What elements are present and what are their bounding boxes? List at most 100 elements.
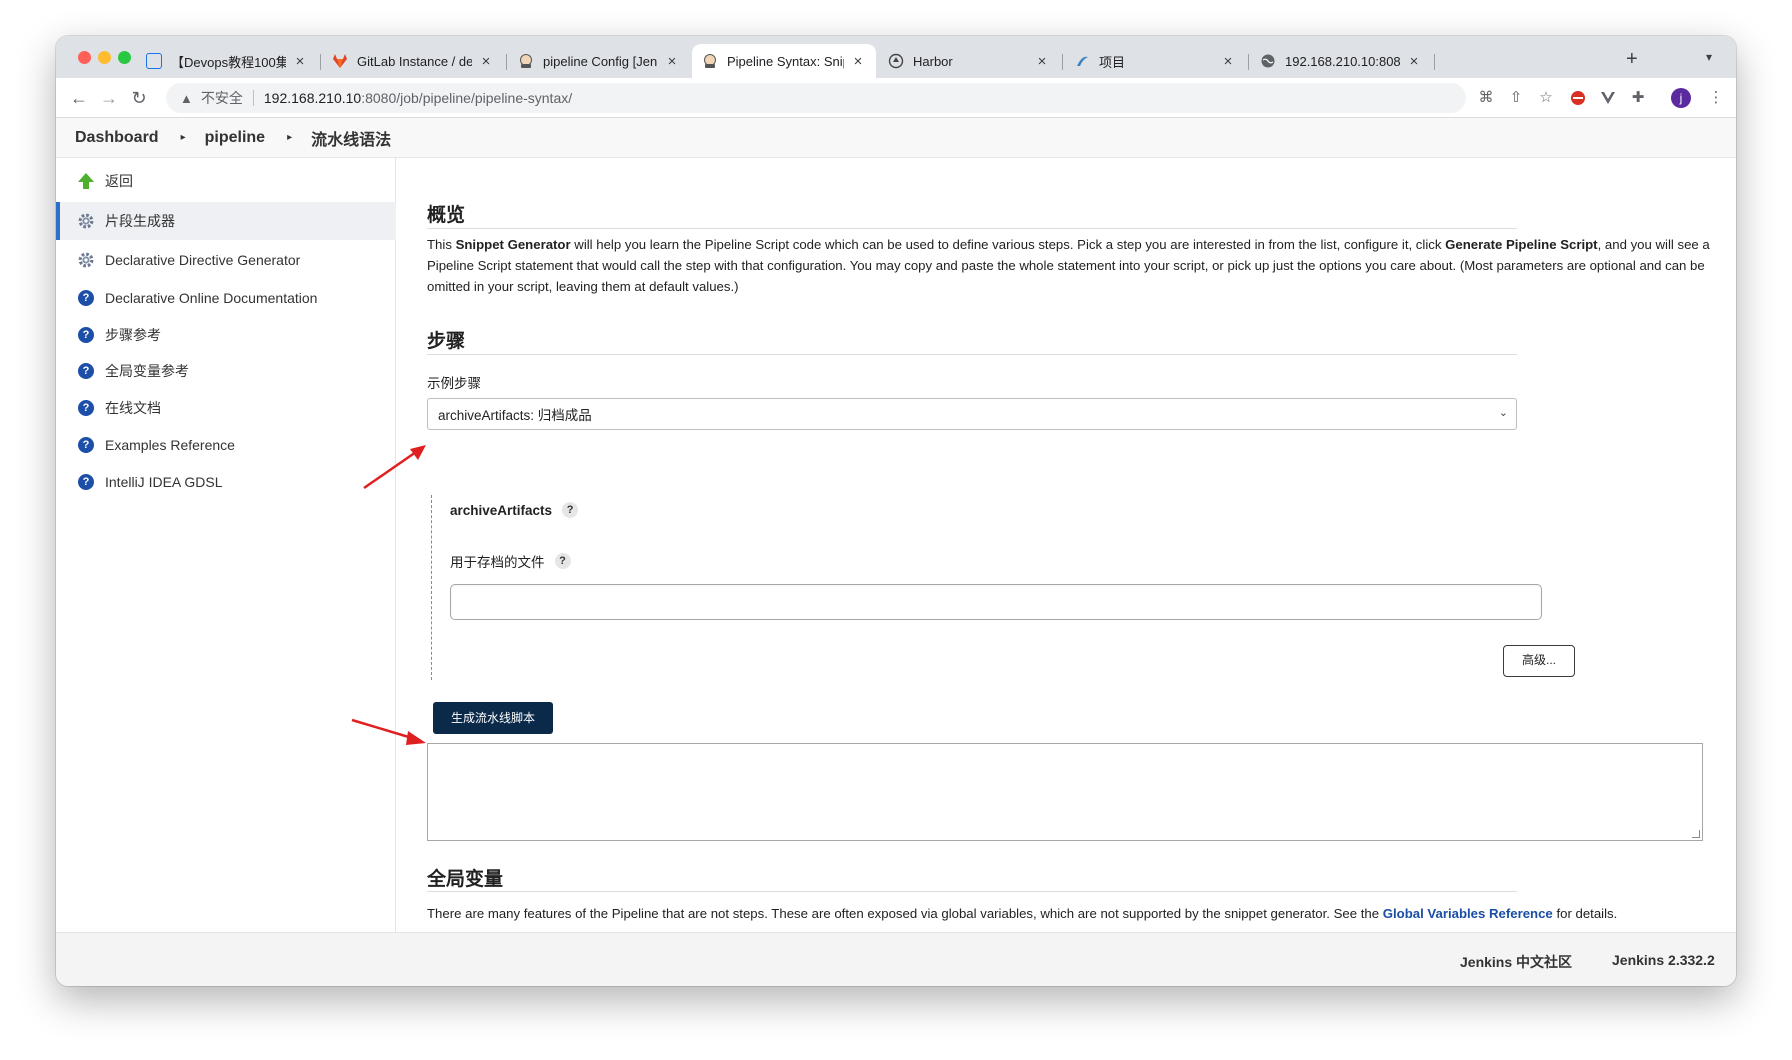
step-name: archiveArtifacts ? <box>450 502 579 518</box>
gitlab-icon <box>332 53 348 69</box>
sidebar-item-label: 全局变量参考 <box>105 363 189 379</box>
jenkins-icon <box>702 53 718 69</box>
generated-script-output[interactable] <box>427 743 1703 841</box>
extension-red-icon[interactable] <box>1568 88 1588 108</box>
extensions-puzzle-icon[interactable]: ✚ <box>1628 88 1648 108</box>
sidebar-item-snippet-generator[interactable]: 片段生成器 <box>56 202 396 240</box>
sidebar-item-global-variables-reference[interactable]: ? 全局变量参考 <box>56 352 396 390</box>
url-path: :8080/job/pipeline/pipeline-syntax/ <box>361 90 573 106</box>
more-menu-icon[interactable]: ⋮ <box>1706 88 1726 108</box>
tab-title: GitLab Instance / devops <box>357 53 472 69</box>
help-icon: ? <box>77 289 95 307</box>
reload-icon[interactable]: ↻ <box>128 87 150 109</box>
breadcrumb-arrow-icon[interactable]: ▸ <box>287 132 292 143</box>
sidebar-item-declarative-online-docs[interactable]: ? Declarative Online Documentation <box>56 279 396 317</box>
tab-close-icon[interactable]: × <box>664 53 680 70</box>
global-variables-reference-link[interactable]: Global Variables Reference <box>1383 906 1553 921</box>
breadcrumb-pipeline-syntax[interactable]: 流水线语法 <box>311 126 391 150</box>
sample-step-select[interactable]: archiveArtifacts: 归档成品 ⌄ <box>427 398 1517 430</box>
files-to-archive-input[interactable] <box>450 584 1542 620</box>
sidebar-item-label: 返回 <box>105 173 133 189</box>
tab-harbor[interactable]: Harbor × <box>878 44 1060 78</box>
sidebar-item-label: 在线文档 <box>105 400 161 416</box>
divider <box>427 354 1517 355</box>
tab-pipeline-syntax[interactable]: Pipeline Syntax: Snippet × <box>692 44 876 78</box>
gear-icon <box>77 212 95 230</box>
browser-toolbar: ← → ↻ ▲ 不安全 192.168.210.10:8080/job/pipe… <box>56 78 1736 118</box>
close-window-button[interactable] <box>78 51 91 64</box>
sidebar-item-label: Declarative Online Documentation <box>105 290 318 306</box>
minimize-window-button[interactable] <box>98 51 111 64</box>
gear-icon <box>77 251 95 269</box>
footer: Jenkins 中文社区 Jenkins 2.332.2 <box>56 932 1736 986</box>
sidebar-item-online-docs[interactable]: ? 在线文档 <box>56 389 396 427</box>
address-bar[interactable]: ▲ 不安全 192.168.210.10:8080/job/pipeline/p… <box>166 83 1466 113</box>
sidebar-item-label: 步骤参考 <box>105 327 161 343</box>
sidebar-item-intellij-gdsl[interactable]: ? IntelliJ IDEA GDSL <box>56 463 396 501</box>
tab-strip: 【Devops教程100集】202 × GitLab Instance / de… <box>56 36 1736 78</box>
tab-close-icon[interactable]: × <box>1220 53 1236 70</box>
tab-devops-tutorial[interactable]: 【Devops教程100集】202 × <box>136 44 318 78</box>
jenkins-community-link[interactable]: Jenkins 中文社区 <box>1460 952 1572 972</box>
divider <box>427 891 1517 892</box>
sample-step-selected: archiveArtifacts: 归档成品 <box>438 408 592 423</box>
tab-pipeline-config[interactable]: pipeline Config [Jenkins] × <box>508 44 690 78</box>
help-icon[interactable]: ? <box>554 553 571 569</box>
url-host: 192.168.210.10 <box>263 90 362 106</box>
resize-handle-icon[interactable] <box>1692 830 1700 838</box>
tab-title: Pipeline Syntax: Snippet <box>727 53 844 69</box>
sidebar-item-examples-reference[interactable]: ? Examples Reference <box>56 426 396 464</box>
help-icon[interactable]: ? <box>562 502 579 518</box>
breadcrumb-arrow-icon[interactable]: ▸ <box>181 132 186 143</box>
sample-step-label: 示例步骤 <box>427 376 481 391</box>
chevron-down-icon[interactable]: ▾ <box>1706 50 1712 64</box>
generate-pipeline-script-button[interactable]: 生成流水线脚本 <box>433 702 553 734</box>
tab-close-icon[interactable]: × <box>1406 53 1422 70</box>
breadcrumb: Dashboard ▸ pipeline ▸ 流水线语法 <box>56 118 1736 158</box>
step-config-block: archiveArtifacts ? 用于存档的文件 ? 高级... <box>431 495 1575 680</box>
maximize-window-button[interactable] <box>118 51 131 64</box>
tab-projects[interactable]: 项目 × <box>1064 44 1246 78</box>
advanced-button[interactable]: 高级... <box>1503 645 1575 677</box>
bookmark-star-icon[interactable]: ☆ <box>1536 88 1556 108</box>
divider <box>427 228 1517 229</box>
help-icon: ? <box>77 473 95 491</box>
harbor-icon <box>888 53 904 69</box>
help-icon: ? <box>77 326 95 344</box>
tab-title: Harbor <box>913 53 953 69</box>
overview-title: 概览 <box>427 205 466 226</box>
tab-close-icon[interactable]: × <box>292 53 308 70</box>
browser-window: 【Devops教程100集】202 × GitLab Instance / de… <box>56 36 1736 986</box>
help-icon: ? <box>77 436 95 454</box>
back-icon[interactable]: ← <box>68 87 90 109</box>
tab-title: 项目 <box>1099 54 1126 70</box>
breadcrumb-dashboard[interactable]: Dashboard <box>75 129 159 147</box>
tab-gitlab[interactable]: GitLab Instance / devops × <box>322 44 504 78</box>
sidebar-item-steps-reference[interactable]: ? 步骤参考 <box>56 316 396 354</box>
sidebar-item-label: Declarative Directive Generator <box>105 252 301 268</box>
help-icon: ? <box>77 362 95 380</box>
warning-icon: ▲ <box>180 90 193 106</box>
breadcrumb-pipeline[interactable]: pipeline <box>205 129 265 147</box>
vue-devtools-icon[interactable] <box>1598 88 1618 108</box>
tab-close-icon[interactable]: × <box>478 53 494 70</box>
jenkins-version-link[interactable]: Jenkins 2.332.2 <box>1612 952 1715 968</box>
sidebar-item-label: 片段生成器 <box>105 213 175 229</box>
share-icon[interactable]: ⇧ <box>1506 88 1526 108</box>
chevron-down-icon: ⌄ <box>1498 407 1508 419</box>
up-arrow-icon <box>77 172 95 190</box>
translate-icon[interactable]: ⌘ <box>1476 88 1496 108</box>
avatar[interactable]: j <box>1671 88 1691 108</box>
steps-title: 步骤 <box>427 331 466 352</box>
forward-icon[interactable]: → <box>98 87 120 109</box>
tab-test-8081[interactable]: 192.168.210.10:8081/test × <box>1250 44 1432 78</box>
tab-close-icon[interactable]: × <box>850 53 866 70</box>
sidebar: 返回 片段生成器 Declarative Directive Generator… <box>56 158 396 932</box>
tab-close-icon[interactable]: × <box>1034 53 1050 70</box>
files-field-label: 用于存档的文件 ? <box>450 551 571 571</box>
sidebar-item-declarative-directive-generator[interactable]: Declarative Directive Generator <box>56 241 396 279</box>
security-label[interactable]: 不安全 <box>201 88 243 108</box>
new-tab-icon[interactable]: + <box>1626 49 1638 69</box>
sidebar-item-back[interactable]: 返回 <box>56 162 396 200</box>
annotation-arrow-icon <box>363 445 426 490</box>
